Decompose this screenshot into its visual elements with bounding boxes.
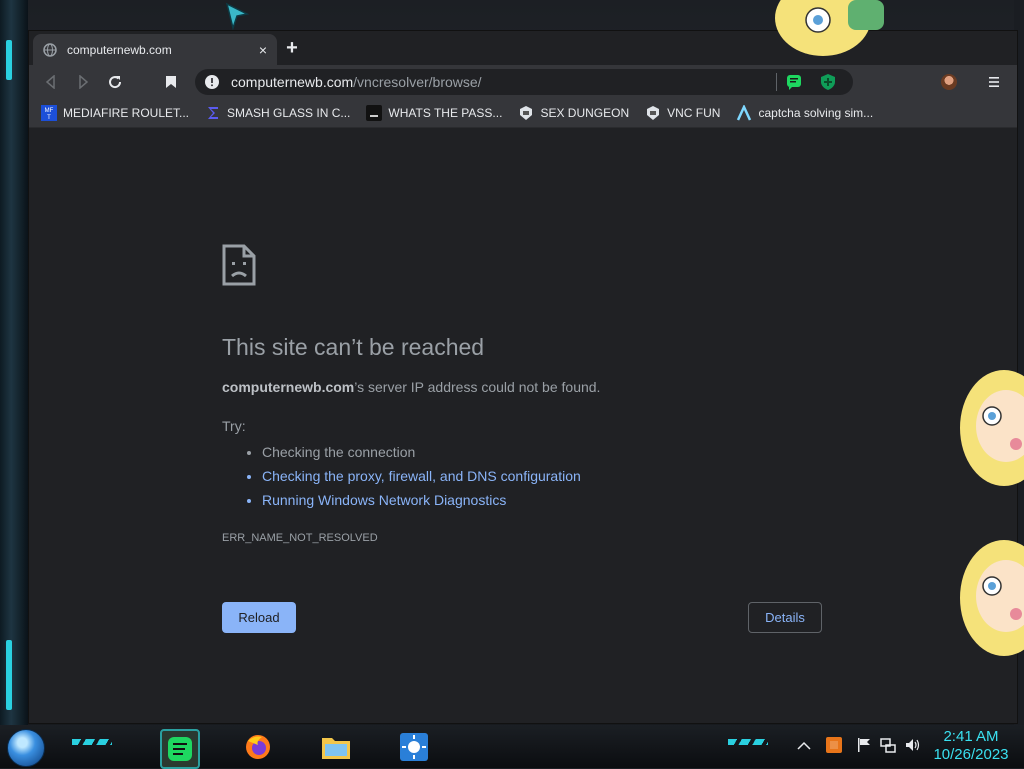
shield-extension-icon[interactable]: [819, 73, 837, 91]
browser-toolbar: computernewb.com/vncresolver/browse/: [29, 65, 1017, 99]
bookmark-icon: [166, 76, 176, 88]
bookmark-item[interactable]: SEX DUNGEON: [518, 105, 629, 121]
cartoon-sticker: [960, 540, 1024, 656]
folder-icon: [322, 738, 350, 759]
error-description: computernewb.com’s server IP address cou…: [222, 379, 600, 395]
chat-app-icon: [168, 737, 192, 761]
firefox-icon: [246, 735, 270, 759]
bookmark-label: WHATS THE PASS...: [388, 106, 503, 120]
terminal-icon: [366, 105, 383, 121]
refresh-icon: [109, 76, 122, 89]
clock-time[interactable]: 2:41 AM: [940, 728, 1002, 745]
desktop-wallpaper-left: [0, 0, 28, 725]
forward-arrow-icon: [79, 75, 89, 89]
bookmark-label: VNC FUN: [667, 106, 721, 120]
orange-app-icon: [826, 737, 842, 753]
bookmark-item[interactable]: captcha solving sim...: [736, 105, 873, 121]
mediafire-icon: MF T: [41, 105, 57, 121]
cartoon-sticker: [960, 370, 1024, 486]
bookmark-label: SMASH GLASS IN C...: [227, 106, 351, 120]
sad-page-icon: [222, 244, 256, 286]
start-button[interactable]: [7, 729, 45, 767]
address-bar[interactable]: computernewb.com/vncresolver/browse/: [195, 69, 853, 95]
svg-text:T: T: [47, 115, 51, 121]
bookmark-label: MEDIAFIRE ROULET...: [63, 106, 190, 120]
desktop-deco-bar: [6, 640, 12, 710]
cartoon-sticker: [775, 0, 884, 56]
sun-icon: [400, 733, 428, 761]
error-host: computernewb.com: [222, 379, 355, 395]
tab-title: computernewb.com: [67, 42, 172, 57]
suggestion-link[interactable]: Checking the proxy, firewall, and DNS co…: [262, 464, 581, 488]
volume-control[interactable]: [904, 737, 920, 753]
speaker-icon: [906, 739, 920, 751]
bookmark-item[interactable]: WHATS THE PASS...: [366, 105, 502, 121]
chat-extension-icon[interactable]: [785, 73, 803, 91]
flag-icon: [858, 738, 870, 752]
taskbar-app-firefox[interactable]: [240, 729, 276, 765]
profile-avatar[interactable]: [941, 74, 957, 90]
details-button[interactable]: Details: [748, 602, 822, 633]
extension-separator: [776, 73, 777, 91]
try-label: Try:: [222, 418, 246, 434]
error-page: This site can’t be reached computernewb.…: [29, 128, 1017, 723]
menu-icon[interactable]: [985, 73, 1003, 91]
chevron-up-icon: [797, 741, 811, 750]
forward-button[interactable]: [71, 71, 95, 93]
error-description-text: ’s server IP address could not be found.: [354, 379, 601, 395]
browser-window: computernewb.com × + computernewb.com/vn…: [28, 30, 1018, 724]
taskbar: 2:41 AM 10/26/2023: [0, 725, 1024, 769]
vnc-icon: [518, 105, 534, 121]
taskbar-deco: [728, 739, 768, 745]
mouse-cursor-icon: [225, 2, 249, 30]
reload-page-button[interactable]: [103, 71, 127, 93]
suggestion-list: Checking the connection Checking the pro…: [244, 440, 581, 512]
bookmark-label: captcha solving sim...: [758, 106, 874, 120]
desktop-deco-bar: [6, 40, 12, 80]
tab-computernewb[interactable]: computernewb.com ×: [33, 34, 277, 65]
network-icon: [880, 738, 896, 753]
url-text[interactable]: computernewb.com/vncresolver/browse/: [231, 74, 776, 90]
bookmark-item[interactable]: SMASH GLASS IN C...: [205, 105, 350, 121]
error-title: This site can’t be reached: [222, 334, 485, 360]
url-host: computernewb.com: [231, 74, 354, 90]
error-code: ERR_NAME_NOT_RESOLVED: [222, 532, 378, 544]
new-tab-button[interactable]: +: [281, 38, 303, 60]
taskbar-app-weather[interactable]: [396, 729, 432, 765]
bookmark-item[interactable]: MF T MEDIAFIRE ROULET...: [41, 105, 189, 121]
close-tab-icon[interactable]: ×: [259, 42, 267, 58]
action-center-flag[interactable]: [856, 737, 872, 753]
bookmark-button[interactable]: [159, 71, 183, 93]
back-arrow-icon: [45, 75, 55, 89]
reload-button[interactable]: Reload: [222, 602, 296, 633]
network-status[interactable]: [880, 737, 896, 753]
taskbar-app-spotify[interactable]: [160, 729, 200, 769]
suggestion-link[interactable]: Running Windows Network Diagnostics: [262, 488, 581, 512]
clock-date[interactable]: 10/26/2023: [928, 746, 1014, 763]
suggestion-item: Checking the connection: [262, 440, 581, 464]
bookmark-item[interactable]: VNC FUN: [645, 105, 720, 121]
url-path: /vncresolver/browse/: [353, 74, 482, 90]
lambda-icon: [736, 105, 752, 121]
tray-app-icon[interactable]: [826, 737, 842, 753]
taskbar-app-file-explorer[interactable]: [318, 729, 354, 765]
show-hidden-icons[interactable]: [796, 737, 812, 753]
info-icon[interactable]: [205, 75, 219, 89]
globe-icon: [43, 42, 57, 57]
vnc-icon: [645, 105, 661, 121]
sigma-icon: [205, 105, 221, 121]
bookmarks-bar: MF T MEDIAFIRE ROULET... SMASH GLASS IN C…: [29, 99, 1017, 128]
taskbar-deco: [72, 739, 112, 745]
bookmark-label: SEX DUNGEON: [540, 106, 630, 120]
svg-text:MF: MF: [45, 108, 54, 114]
back-button[interactable]: [39, 71, 63, 93]
